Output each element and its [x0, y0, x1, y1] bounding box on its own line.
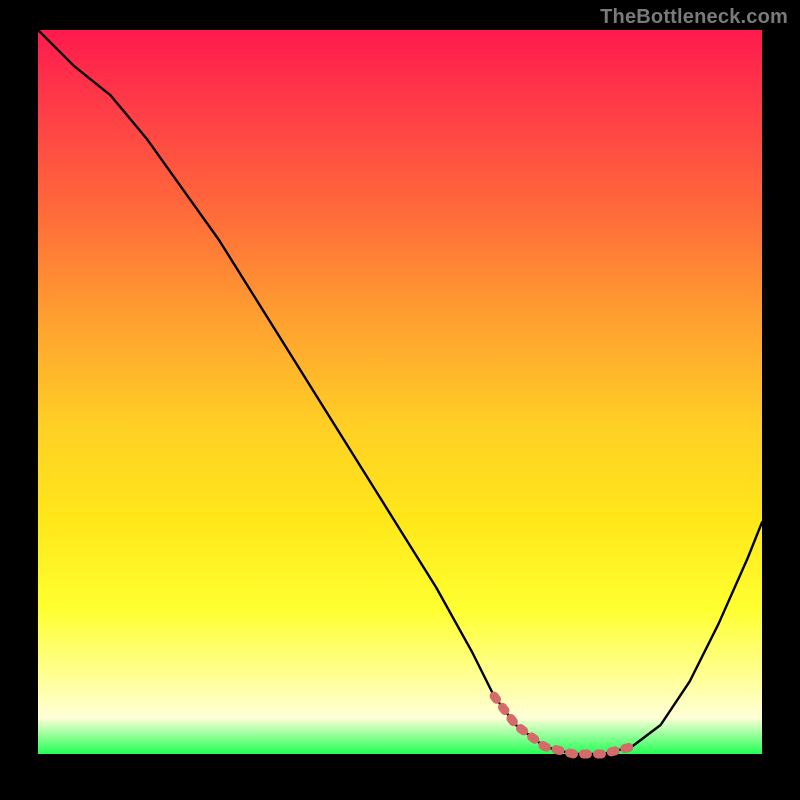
plot-area — [38, 30, 762, 754]
watermark-text: TheBottleneck.com — [600, 6, 788, 29]
chart-frame: TheBottleneck.com — [0, 0, 800, 800]
valley-marker — [494, 696, 632, 754]
curve-svg — [38, 30, 762, 754]
bottleneck-curve — [38, 30, 762, 754]
